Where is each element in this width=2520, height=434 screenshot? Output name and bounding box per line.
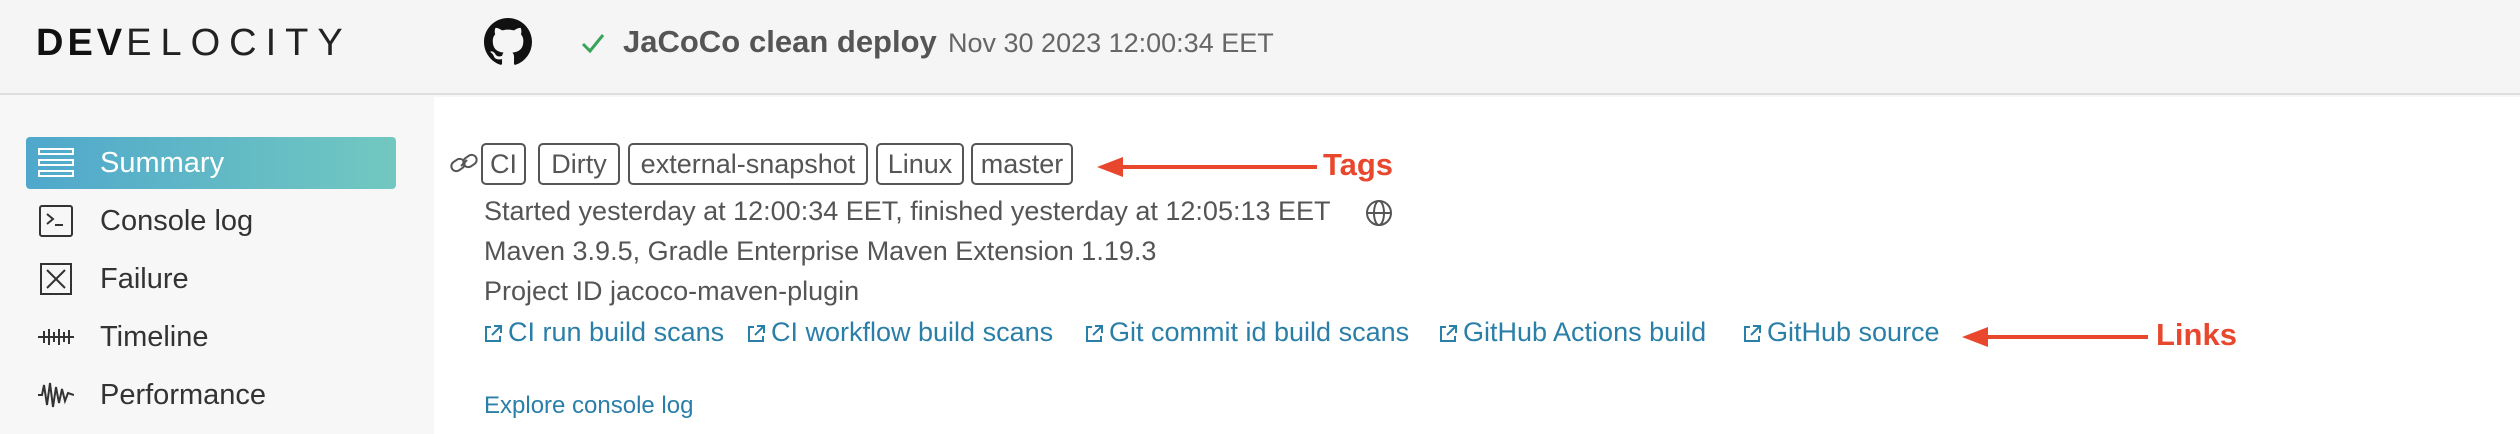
logo-bold-text: DEV (36, 21, 127, 64)
link-github-actions-build[interactable]: GitHub Actions build (1438, 317, 1706, 348)
sidebar-item-label: Performance (100, 379, 267, 411)
project-id-line: Project ID jacoco-maven-plugin (484, 276, 860, 306)
links-annotation: Links (2156, 317, 2237, 352)
tag-label: external-snapshot (640, 148, 856, 179)
external-link-icon (1086, 325, 1103, 342)
logo-light-text: ELOCITY (126, 21, 352, 64)
develocity-logo[interactable]: DEV ELOCITY (36, 22, 352, 64)
github-icon[interactable] (484, 18, 532, 66)
top-header: DEV ELOCITY JaCoCo clean deploy Nov 30 20… (0, 0, 2520, 95)
header-timestamp: Nov 30 2023 12:00:34 EET (948, 28, 1274, 58)
tag-ci[interactable]: CI (481, 143, 526, 185)
tag-dirty[interactable]: Dirty (538, 143, 620, 185)
link-github-source[interactable]: GitHub source (1742, 317, 1940, 348)
tag-external-snapshot[interactable]: external-snapshot (628, 143, 868, 185)
console-icon (39, 205, 73, 237)
performance-icon (38, 382, 74, 408)
tags-arrow (1097, 157, 1317, 177)
tag-label: master (980, 148, 1064, 179)
sidebar: Summary Console log Failure Timeline Per… (0, 97, 434, 434)
sidebar-item-label: Failure (100, 263, 189, 295)
header-goal: clean deploy (749, 24, 937, 59)
sidebar-item-label: Console log (100, 205, 254, 237)
links-arrow (1962, 327, 2148, 347)
explore-console-log-link[interactable]: Explore console log (484, 392, 693, 420)
link-label: Git commit id build scans (1109, 317, 1410, 347)
tag-linux[interactable]: Linux (876, 143, 964, 185)
sidebar-item-label: Timeline (100, 321, 209, 353)
link-git-commit-build-scans[interactable]: Git commit id build scans (1084, 317, 1409, 348)
sidebar-item-failure[interactable]: Failure (26, 253, 396, 305)
link-label: CI workflow build scans (771, 317, 1054, 347)
build-tool-line: Maven 3.9.5, Gradle Enterprise Maven Ext… (484, 236, 1157, 266)
sidebar-item-label: Summary (100, 147, 225, 179)
tags-annotation: Tags (1323, 147, 1394, 182)
tag-label: Linux (887, 148, 953, 179)
header-project[interactable]: JaCoCo (623, 24, 740, 60)
link-label: GitHub source (1767, 317, 1940, 347)
timeline-icon (38, 329, 74, 345)
sidebar-item-performance[interactable]: Performance (26, 369, 396, 421)
sidebar-item-timeline[interactable]: Timeline (26, 311, 396, 363)
globe-icon[interactable] (1365, 199, 1393, 227)
external-link-icon (748, 325, 765, 342)
sidebar-item-console-log[interactable]: Console log (26, 195, 396, 247)
external-link-icon (485, 325, 502, 342)
link-label: CI run build scans (508, 317, 725, 347)
summary-icon (38, 148, 74, 177)
link-label: GitHub Actions build (1463, 317, 1707, 347)
failure-icon (40, 263, 72, 295)
tag-label: Dirty (551, 148, 607, 179)
link-ci-workflow-build-scans[interactable]: CI workflow build scans (746, 317, 1053, 348)
check-icon (581, 34, 605, 54)
sidebar-item-summary[interactable]: Summary (26, 137, 396, 189)
external-link-icon (1440, 325, 1457, 342)
tag-label: CI (490, 148, 517, 179)
external-link-icon (1744, 325, 1761, 342)
permalink-icon[interactable] (449, 150, 479, 176)
tag-master[interactable]: master (971, 143, 1073, 185)
link-ci-run-build-scans[interactable]: CI run build scans (483, 317, 724, 348)
build-time-line: Started yesterday at 12:00:34 EET, finis… (484, 196, 1331, 226)
